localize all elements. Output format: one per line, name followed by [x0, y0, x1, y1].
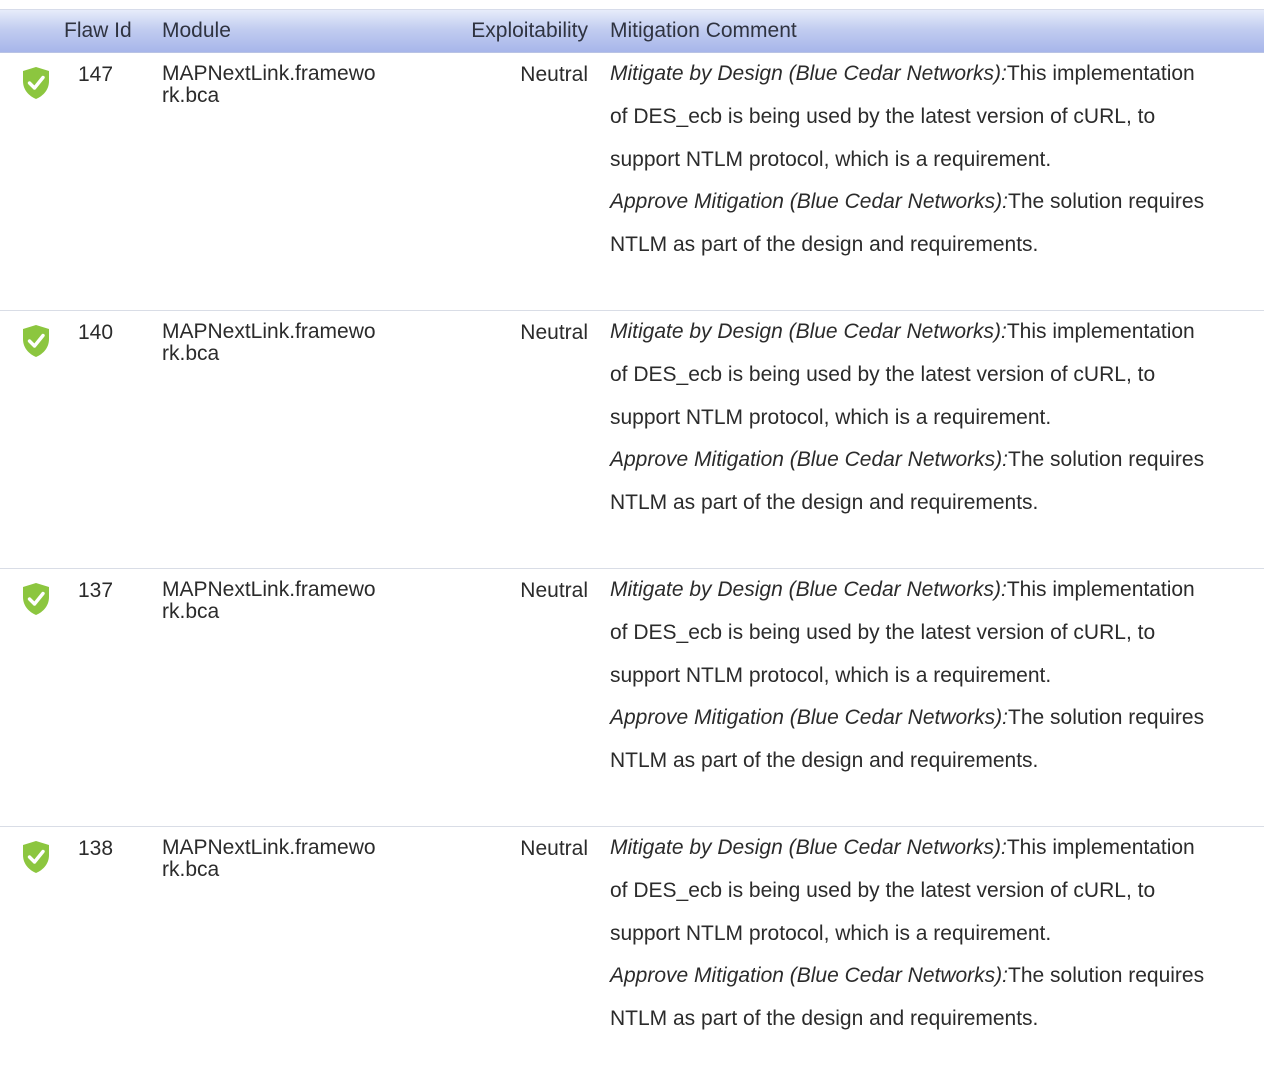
module-name-line2: rk.bca — [162, 600, 220, 623]
module-name-line1: MAPNextLink.framewo — [162, 62, 376, 85]
table-row: 140 MAPNextLink.framewo rk.bca Neutral M… — [0, 311, 1264, 569]
exploitability: Neutral — [520, 837, 588, 860]
flaw-id: 138 — [78, 837, 114, 860]
table-header: Flaw Id Module Exploitability Mitigation… — [0, 9, 1264, 53]
module-name-line2: rk.bca — [162, 342, 220, 365]
shield-check-icon — [23, 325, 49, 357]
module-name-line1: MAPNextLink.framewo — [162, 578, 376, 601]
module-name-line1: MAPNextLink.framewo — [162, 836, 376, 859]
comment-entry: Mitigate by Design (Blue Cedar Networks)… — [610, 53, 1210, 181]
header-mitigation-comment: Mitigation Comment — [610, 19, 797, 42]
comment-entry: Mitigate by Design (Blue Cedar Networks)… — [610, 827, 1210, 955]
header-flaw-id: Flaw Id — [64, 19, 132, 42]
module-name: MAPNextLink.framewo rk.bca — [162, 63, 412, 107]
mitigation-comment: Mitigate by Design (Blue Cedar Networks)… — [610, 311, 1210, 525]
comment-title: Approve Mitigation (Blue Cedar Networks)… — [610, 706, 1008, 730]
module-name: MAPNextLink.framewo rk.bca — [162, 579, 412, 623]
comment-title: Approve Mitigation (Blue Cedar Networks)… — [610, 448, 1008, 472]
mitigation-report: Flaw Id Module Exploitability Mitigation… — [0, 0, 1264, 1077]
flaw-id: 137 — [78, 579, 114, 602]
shield-check-icon — [23, 841, 49, 873]
table-row: 138 MAPNextLink.framewo rk.bca Neutral M… — [0, 827, 1264, 1077]
comment-title: Mitigate by Design (Blue Cedar Networks)… — [610, 836, 1007, 859]
comment-entry: Approve Mitigation (Blue Cedar Networks)… — [610, 181, 1210, 267]
comment-entry: Approve Mitigation (Blue Cedar Networks)… — [610, 439, 1210, 525]
module-name: MAPNextLink.framewo rk.bca — [162, 837, 412, 881]
table-row: 137 MAPNextLink.framewo rk.bca Neutral M… — [0, 569, 1264, 827]
comment-title: Mitigate by Design (Blue Cedar Networks)… — [610, 578, 1007, 601]
exploitability: Neutral — [520, 321, 588, 344]
comment-entry: Mitigate by Design (Blue Cedar Networks)… — [610, 569, 1210, 697]
module-name: MAPNextLink.framewo rk.bca — [162, 321, 412, 365]
exploitability: Neutral — [520, 579, 588, 602]
flaw-id: 140 — [78, 321, 114, 344]
header-module: Module — [162, 19, 231, 42]
flaw-id: 147 — [78, 63, 114, 86]
comment-entry: Approve Mitigation (Blue Cedar Networks)… — [610, 697, 1210, 783]
module-name-line2: rk.bca — [162, 858, 220, 881]
comment-entry: Approve Mitigation (Blue Cedar Networks)… — [610, 955, 1210, 1041]
comment-title: Mitigate by Design (Blue Cedar Networks)… — [610, 320, 1007, 343]
mitigation-comment: Mitigate by Design (Blue Cedar Networks)… — [610, 569, 1210, 783]
table-row: 147 MAPNextLink.framewo rk.bca Neutral M… — [0, 53, 1264, 311]
header-exploitability: Exploitability — [471, 19, 588, 42]
mitigation-comment: Mitigate by Design (Blue Cedar Networks)… — [610, 53, 1210, 267]
comment-title: Mitigate by Design (Blue Cedar Networks)… — [610, 62, 1007, 85]
mitigation-comment: Mitigate by Design (Blue Cedar Networks)… — [610, 827, 1210, 1041]
comment-title: Approve Mitigation (Blue Cedar Networks)… — [610, 964, 1008, 988]
comment-entry: Mitigate by Design (Blue Cedar Networks)… — [610, 311, 1210, 439]
module-name-line2: rk.bca — [162, 84, 220, 107]
comment-title: Approve Mitigation (Blue Cedar Networks)… — [610, 190, 1008, 214]
module-name-line1: MAPNextLink.framewo — [162, 320, 376, 343]
shield-check-icon — [23, 67, 49, 99]
exploitability: Neutral — [520, 63, 588, 86]
shield-check-icon — [23, 583, 49, 615]
